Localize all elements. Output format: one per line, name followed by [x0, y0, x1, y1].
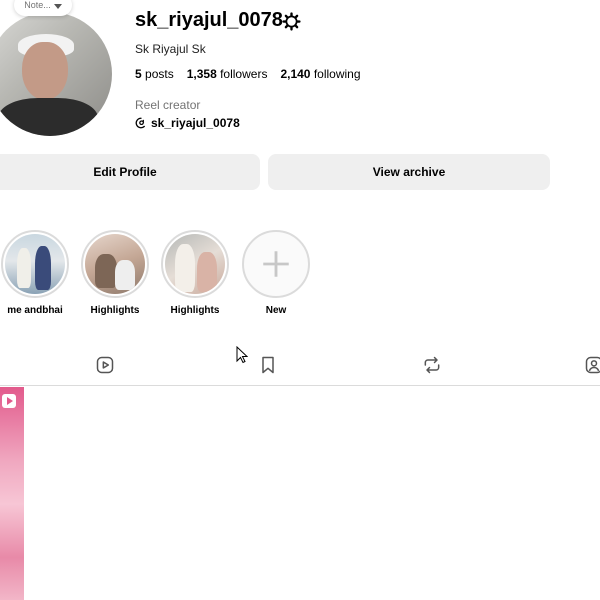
highlight-ring — [1, 230, 69, 298]
highlight-ring — [81, 230, 149, 298]
followers-count: 1,358 — [186, 67, 217, 81]
note-bubble[interactable]: Note... — [14, 0, 72, 16]
view-archive-button[interactable]: View archive — [268, 154, 550, 190]
profile-full-name: Sk Riyajul Sk — [135, 42, 206, 56]
highlight-thumbnail — [165, 234, 225, 294]
highlight-thumbnail — [85, 234, 145, 294]
following-stat[interactable]: 2,140 following — [280, 67, 360, 81]
posts-label: posts — [145, 67, 174, 81]
saved-icon[interactable] — [258, 355, 278, 375]
highlight-label: New — [265, 305, 287, 316]
post-tile[interactable] — [0, 387, 24, 600]
highlight-item[interactable]: Highlights — [79, 230, 151, 316]
followers-label: followers — [220, 67, 268, 81]
profile-tabs — [0, 355, 600, 377]
followers-stat[interactable]: 1,358 followers — [187, 67, 268, 81]
mouse-cursor-icon — [236, 346, 248, 364]
following-label: following — [313, 67, 361, 81]
note-caret-icon — [53, 4, 62, 9]
highlight-label: me andbhai — [7, 305, 63, 316]
highlight-ring — [161, 230, 229, 298]
profile-stats: 5 posts 1,358 followers 2,140 following — [135, 67, 361, 81]
highlight-label: Highlights — [170, 305, 220, 316]
tabs-divider — [0, 385, 600, 386]
edit-profile-button[interactable]: Edit Profile — [0, 154, 260, 190]
highlight-label: Highlights — [90, 305, 140, 316]
posts-count: 5 — [135, 67, 142, 81]
profile-category: Reel creator — [135, 98, 201, 112]
avatar-shirt — [0, 98, 98, 136]
threads-icon — [135, 117, 145, 129]
reel-badge-icon — [2, 394, 16, 408]
profile-username: sk_riyajul_0078 — [135, 9, 283, 31]
settings-gear-icon[interactable] — [282, 12, 301, 31]
profile-avatar[interactable] — [0, 12, 112, 136]
highlight-thumbnail — [5, 234, 65, 294]
threads-handle: sk_riyajul_0078 — [151, 116, 240, 130]
posts-stat: 5 posts — [135, 67, 174, 81]
avatar-face — [22, 42, 68, 100]
threads-link[interactable]: sk_riyajul_0078 — [135, 116, 240, 130]
tagged-icon[interactable] — [584, 355, 600, 375]
following-count: 2,140 — [280, 67, 311, 81]
reels-icon[interactable] — [95, 355, 115, 375]
note-label: Note... — [24, 0, 51, 10]
highlight-item[interactable]: Highlights — [159, 230, 231, 316]
plus-icon — [263, 251, 289, 277]
reposts-icon[interactable] — [422, 355, 442, 375]
new-highlight-ring — [242, 230, 310, 298]
new-highlight-item[interactable]: New — [240, 230, 312, 316]
highlight-item[interactable]: me andbhai — [0, 230, 71, 316]
